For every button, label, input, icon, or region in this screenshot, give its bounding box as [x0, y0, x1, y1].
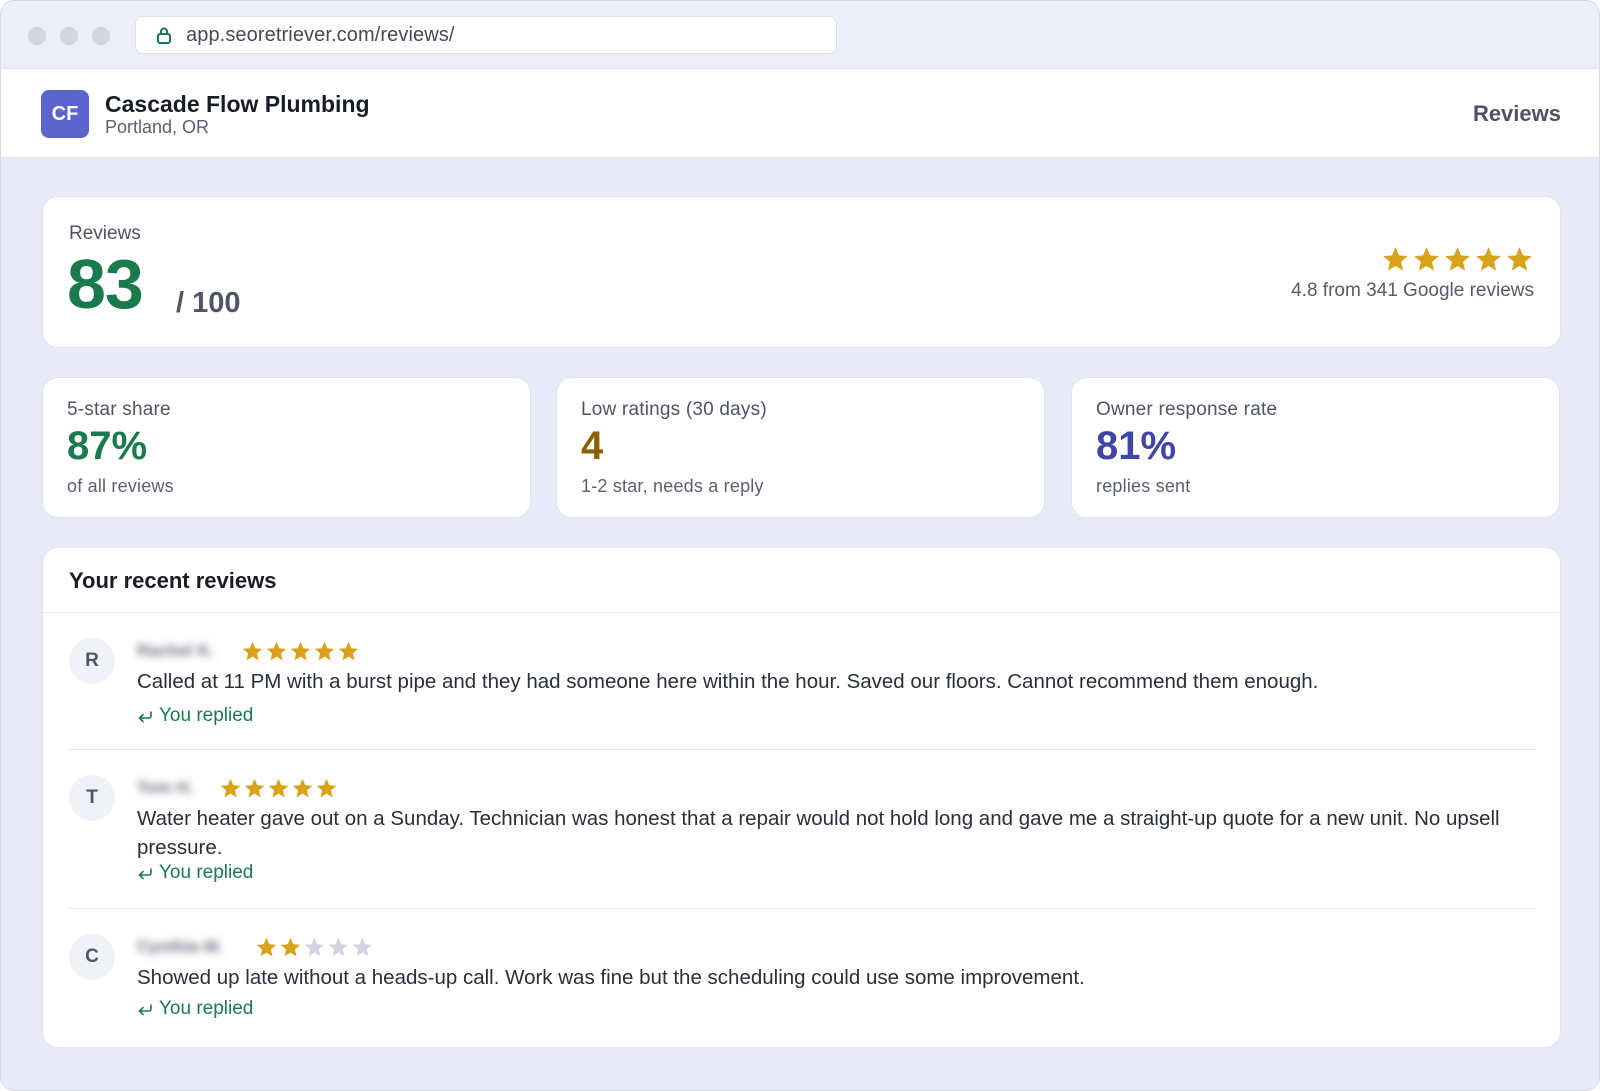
replied-label: You replied — [159, 862, 254, 883]
stat-subtext: of all reviews — [67, 476, 174, 496]
lock-icon — [156, 26, 172, 44]
review-text: Showed up late without a heads-up call. … — [137, 966, 1085, 989]
star-filled-icon — [1445, 247, 1470, 271]
stat-value: 81% — [1096, 424, 1177, 468]
reviewer-avatar: C — [69, 934, 115, 980]
review-stars — [241, 640, 360, 663]
app-header: CF Cascade Flow Plumbing Portland, OR Re… — [1, 69, 1599, 158]
star-filled-icon — [256, 937, 277, 957]
stat-label: 5-star share — [67, 399, 171, 420]
business-name: Cascade Flow Plumbing — [105, 91, 370, 117]
star-filled-icon — [338, 641, 359, 661]
review-score-card: Reviews 83 / 100 4.8 from 341 Google rev… — [42, 196, 1561, 348]
score-total: / 100 — [176, 287, 241, 319]
url-text: app.seoretriever.com/reviews/ — [186, 23, 455, 46]
star-filled-icon — [220, 778, 241, 798]
stat-value: 87% — [67, 424, 148, 468]
star-filled-icon — [314, 641, 335, 661]
replied-status[interactable]: You replied — [137, 998, 253, 1020]
review-text: Called at 11 PM with a burst pipe and th… — [137, 670, 1319, 693]
stat-card-owner-response-rate: Owner response rate 81% replies sent — [1071, 377, 1560, 518]
star-filled-icon — [1507, 247, 1532, 271]
review-item[interactable]: R Rachel K. Called at 11 PM with a burst… — [69, 613, 1536, 750]
business-avatar: CF — [41, 90, 89, 138]
reviewer-name: Tom H. — [137, 778, 194, 797]
score-value: 83 — [67, 245, 144, 323]
window-maximize-dot[interactable] — [92, 27, 110, 45]
star-filled-icon — [292, 778, 313, 798]
replied-status[interactable]: You replied — [137, 705, 253, 727]
address-bar[interactable]: app.seoretriever.com/reviews/ — [135, 16, 837, 54]
reviewer-name: Cynthia M. — [137, 937, 223, 956]
recent-reviews-card: Your recent reviews R Rachel K. Called a… — [42, 547, 1561, 1048]
star-filled-icon — [242, 641, 263, 661]
review-stars — [255, 936, 374, 959]
star-filled-icon — [1414, 247, 1439, 271]
review-item[interactable]: C Cynthia M. Showed up late without a he… — [69, 909, 1536, 1039]
reviewer-avatar: R — [69, 638, 115, 684]
window-close-dot[interactable] — [28, 27, 46, 45]
star-filled-icon — [1476, 247, 1501, 271]
stat-subtext: replies sent — [1096, 476, 1191, 496]
star-filled-icon — [316, 778, 337, 798]
stat-label: Low ratings (30 days) — [581, 399, 767, 420]
score-label: Reviews — [69, 223, 141, 244]
replied-label: You replied — [159, 705, 254, 726]
stat-card-five-star-share: 5-star share 87% of all reviews — [42, 377, 531, 518]
browser-window: app.seoretriever.com/reviews/ CF Cascade… — [0, 0, 1600, 1091]
business-location: Portland, OR — [105, 117, 210, 137]
stat-card-low-ratings: Low ratings (30 days) 4 1-2 star, needs … — [556, 377, 1045, 518]
browser-chrome: app.seoretriever.com/reviews/ — [1, 1, 1599, 69]
star-filled-icon — [280, 937, 301, 957]
stat-label: Owner response rate — [1096, 399, 1278, 420]
stat-value: 4 — [581, 424, 604, 468]
replied-label: You replied — [159, 998, 254, 1019]
review-text: Water heater gave out on a Sunday. Techn… — [137, 807, 1500, 859]
reply-icon — [137, 865, 153, 881]
recent-reviews-title: Your recent reviews — [69, 568, 277, 593]
star-empty-icon — [304, 937, 325, 957]
review-item[interactable]: T Tom H. Water heater gave out on a Sund… — [69, 750, 1536, 909]
reply-icon — [137, 1001, 153, 1017]
reviewer-avatar: T — [69, 775, 115, 821]
star-empty-icon — [328, 937, 349, 957]
star-filled-icon — [266, 641, 287, 661]
reply-icon — [137, 708, 153, 724]
star-filled-icon — [1383, 247, 1408, 271]
replied-status[interactable]: You replied — [137, 862, 253, 884]
reviewer-name: Rachel K. — [137, 641, 215, 660]
google-rating-text: 4.8 from 341 Google reviews — [1291, 280, 1534, 301]
star-filled-icon — [290, 641, 311, 661]
review-stars — [219, 777, 338, 800]
star-empty-icon — [352, 937, 373, 957]
window-minimize-dot[interactable] — [60, 27, 78, 45]
google-rating-stars — [1381, 245, 1534, 274]
star-filled-icon — [244, 778, 265, 798]
stat-subtext: 1-2 star, needs a reply — [581, 476, 764, 496]
star-filled-icon — [268, 778, 289, 798]
nav-reviews-link[interactable]: Reviews — [1473, 101, 1561, 127]
